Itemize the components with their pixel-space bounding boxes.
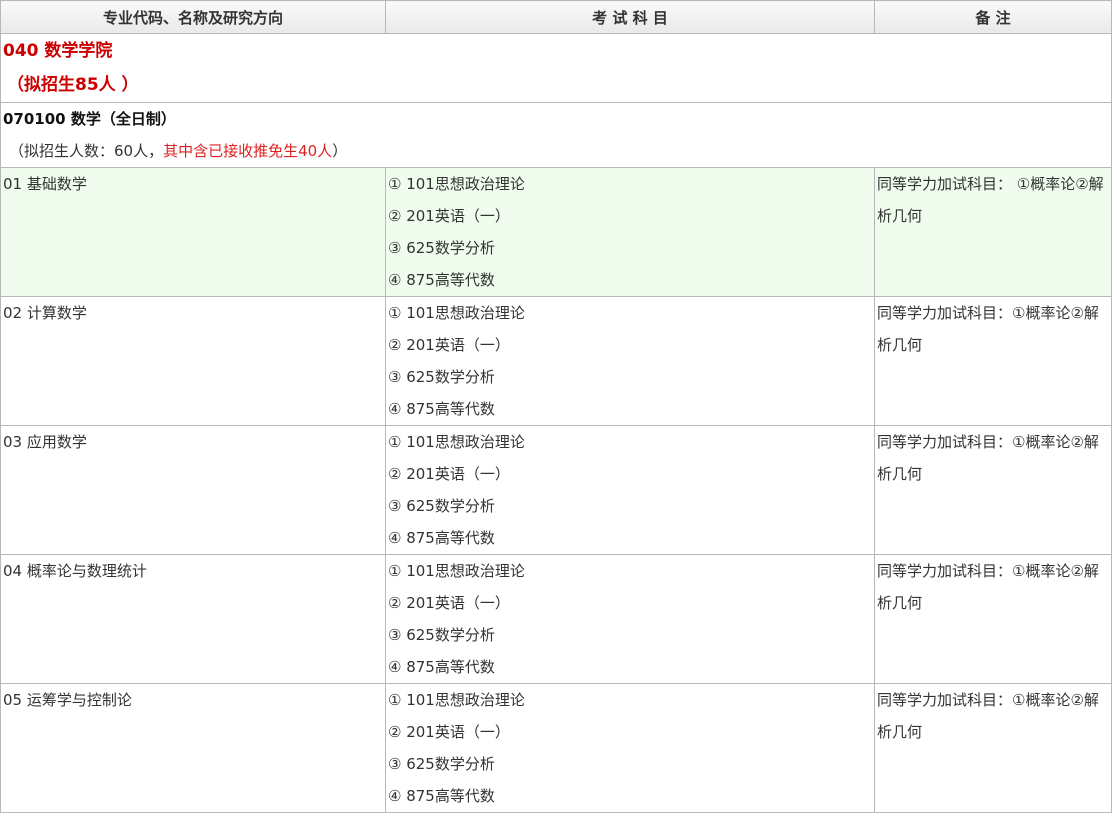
college-row: 040 数学学院 （拟招生85人 ） <box>0 33 1112 103</box>
direction-name-cell: 02 计算数学 <box>0 296 386 426</box>
college-cell: 040 数学学院 （拟招生85人 ） <box>0 33 1112 103</box>
exam-subjects-cell: ① 101思想政治理论 ② 201英语（一） ③ 625数学分析 ④ 875高等… <box>385 296 875 426</box>
exam-subject: ② 201英语（一） <box>388 594 510 612</box>
exam-subject: ④ 875高等代数 <box>388 658 495 676</box>
major-quota: （拟招生人数：60人，其中含已接收推免生40人） <box>3 135 1109 167</box>
direction-name-cell: 01 基础数学 <box>0 167 386 297</box>
header-exam-column: 考 试 科 目 <box>385 0 875 34</box>
exam-subject: ④ 875高等代数 <box>388 400 495 418</box>
exam-subject: ③ 625数学分析 <box>388 755 495 773</box>
major-cell: 070100 数学（全日制） （拟招生人数：60人，其中含已接收推免生40人） <box>0 102 1112 168</box>
direction-name-cell: 03 应用数学 <box>0 425 386 555</box>
header-remark-column: 备 注 <box>874 0 1112 34</box>
direction-name: 05 运筹学与控制论 <box>3 691 132 709</box>
exam-subject: ③ 625数学分析 <box>388 368 495 386</box>
direction-name: 03 应用数学 <box>3 433 87 451</box>
exam-subject: ④ 875高等代数 <box>388 787 495 805</box>
header-major-column: 专业代码、名称及研究方向 <box>0 0 386 34</box>
remark-text: 同等学力加试科目：①概率论②解析几何 <box>877 691 1099 741</box>
direction-name: 01 基础数学 <box>3 175 87 193</box>
major-name: 070100 数学（全日制） <box>3 110 176 128</box>
exam-subject: ④ 875高等代数 <box>388 529 495 547</box>
table-header-row: 专业代码、名称及研究方向 考 试 科 目 备 注 <box>0 0 1112 34</box>
remark-text: 同等学力加试科目： ①概率论②解析几何 <box>877 175 1104 225</box>
major-quota-highlight: 其中含已接收推免生40人 <box>163 142 333 160</box>
remark-text: 同等学力加试科目：①概率论②解析几何 <box>877 304 1099 354</box>
exam-subject: ② 201英语（一） <box>388 723 510 741</box>
admission-table: 专业代码、名称及研究方向 考 试 科 目 备 注 040 数学学院 （拟招生85… <box>0 0 1112 813</box>
remark-text: 同等学力加试科目：①概率论②解析几何 <box>877 562 1099 612</box>
exam-subjects-cell: ① 101思想政治理论 ② 201英语（一） ③ 625数学分析 ④ 875高等… <box>385 425 875 555</box>
remark-cell: 同等学力加试科目：①概率论②解析几何 <box>874 554 1112 684</box>
major-row: 070100 数学（全日制） （拟招生人数：60人，其中含已接收推免生40人） <box>0 102 1112 168</box>
remark-cell: 同等学力加试科目： ①概率论②解析几何 <box>874 167 1112 297</box>
remark-cell: 同等学力加试科目：①概率论②解析几何 <box>874 425 1112 555</box>
exam-subject: ④ 875高等代数 <box>388 271 495 289</box>
direction-name-cell: 05 运筹学与控制论 <box>0 683 386 813</box>
direction-name: 04 概率论与数理统计 <box>3 562 147 580</box>
exam-subject: ① 101思想政治理论 <box>388 562 525 580</box>
exam-subject: ① 101思想政治理论 <box>388 433 525 451</box>
exam-subjects-cell: ① 101思想政治理论 ② 201英语（一） ③ 625数学分析 ④ 875高等… <box>385 683 875 813</box>
table-row: 02 计算数学 ① 101思想政治理论 ② 201英语（一） ③ 625数学分析… <box>0 296 1112 426</box>
exam-subject: ③ 625数学分析 <box>388 239 495 257</box>
exam-subject: ② 201英语（一） <box>388 465 510 483</box>
college-name: 040 数学学院 <box>3 41 113 61</box>
exam-subjects-cell: ① 101思想政治理论 ② 201英语（一） ③ 625数学分析 ④ 875高等… <box>385 554 875 684</box>
table-row: 03 应用数学 ① 101思想政治理论 ② 201英语（一） ③ 625数学分析… <box>0 425 1112 555</box>
direction-name-cell: 04 概率论与数理统计 <box>0 554 386 684</box>
exam-subject: ② 201英语（一） <box>388 207 510 225</box>
college-quota: （拟招生85人 ） <box>7 75 139 95</box>
remark-cell: 同等学力加试科目：①概率论②解析几何 <box>874 683 1112 813</box>
exam-subject: ② 201英语（一） <box>388 336 510 354</box>
table-row: 01 基础数学 ① 101思想政治理论 ② 201英语（一） ③ 625数学分析… <box>0 167 1112 297</box>
exam-subject: ① 101思想政治理论 <box>388 691 525 709</box>
remark-cell: 同等学力加试科目：①概率论②解析几何 <box>874 296 1112 426</box>
exam-subject: ① 101思想政治理论 <box>388 304 525 322</box>
direction-name: 02 计算数学 <box>3 304 87 322</box>
table-row: 05 运筹学与控制论 ① 101思想政治理论 ② 201英语（一） ③ 625数… <box>0 683 1112 813</box>
exam-subjects-cell: ① 101思想政治理论 ② 201英语（一） ③ 625数学分析 ④ 875高等… <box>385 167 875 297</box>
table-row: 04 概率论与数理统计 ① 101思想政治理论 ② 201英语（一） ③ 625… <box>0 554 1112 684</box>
exam-subject: ③ 625数学分析 <box>388 497 495 515</box>
exam-subject: ③ 625数学分析 <box>388 626 495 644</box>
exam-subject: ① 101思想政治理论 <box>388 175 525 193</box>
major-quota-suffix: ） <box>332 142 348 160</box>
major-quota-prefix: （拟招生人数：60人， <box>9 142 164 160</box>
remark-text: 同等学力加试科目：①概率论②解析几何 <box>877 433 1099 483</box>
